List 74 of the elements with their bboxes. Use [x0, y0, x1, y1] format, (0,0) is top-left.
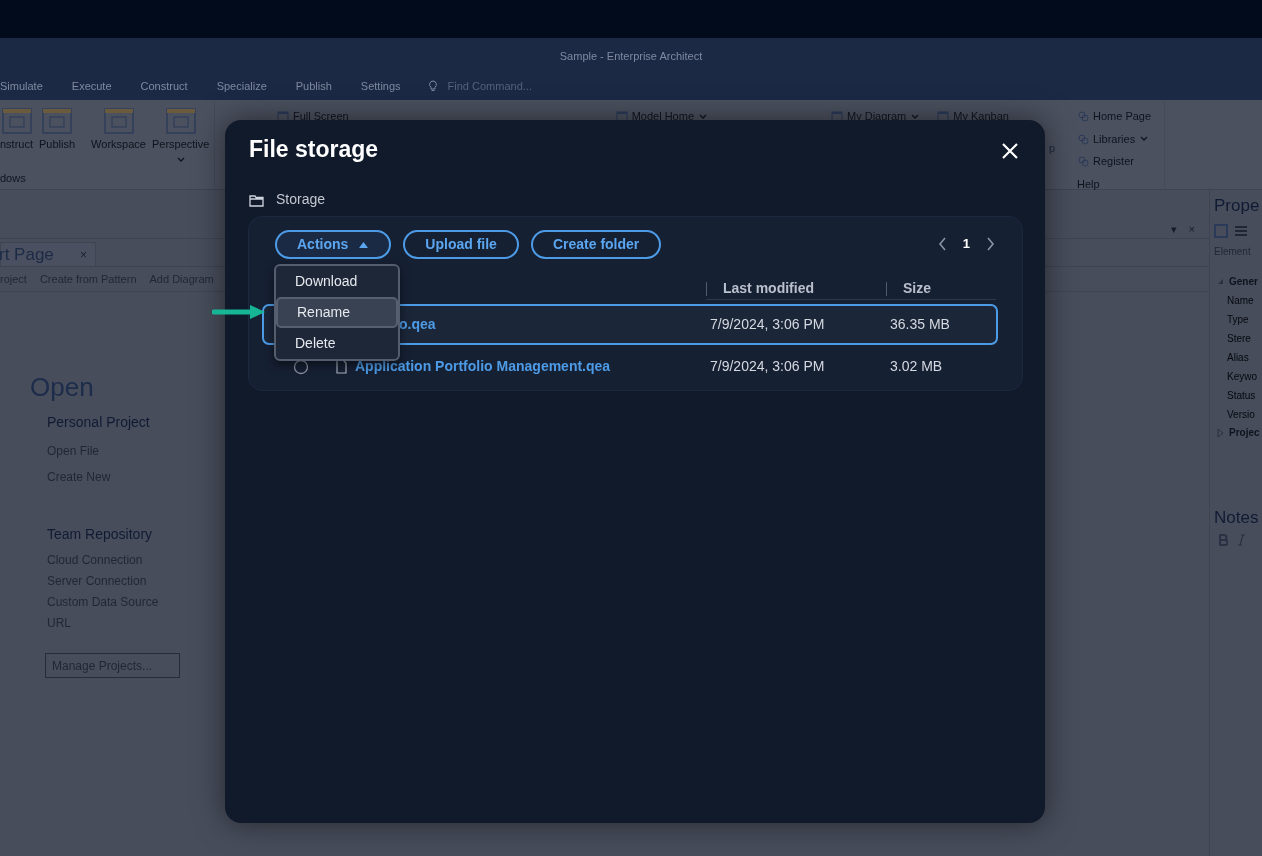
file-name-link[interactable]: o.qea — [399, 314, 436, 335]
link-icon — [1077, 155, 1089, 168]
menu-item[interactable]: Construct — [140, 77, 188, 95]
menu-icon[interactable] — [1234, 223, 1248, 238]
file-name-link[interactable]: Application Portfolio Management.qea — [355, 356, 611, 377]
menu-item[interactable]: Specialize — [216, 77, 267, 95]
property-group: Gener — [1229, 274, 1258, 289]
property-name: Type — [1226, 312, 1250, 327]
window-icon — [831, 110, 843, 122]
menu-item[interactable]: Settings — [360, 77, 401, 95]
arrow-annotation — [212, 305, 265, 319]
caret-up-icon — [358, 239, 370, 250]
close-icon[interactable] — [1001, 142, 1019, 160]
window-title: Sample - Enterprise Architect — [559, 48, 703, 64]
section-title: Team Repository — [47, 525, 154, 544]
group-label: dows — [0, 171, 27, 186]
table-cell-text: 3.02 MB — [890, 357, 943, 376]
toolbar-window-icon — [165, 108, 196, 134]
action-button[interactable]: Create folder — [530, 230, 662, 259]
property-name: Versio — [1226, 407, 1256, 422]
ribbon-button[interactable]: Home Page — [1077, 108, 1164, 125]
panel-title: Notes — [1214, 506, 1260, 529]
property-name: Alias — [1226, 350, 1250, 365]
save-icon[interactable] — [1214, 223, 1228, 238]
toolbar-window-icon — [42, 108, 73, 134]
menu-item[interactable]: Simulate — [0, 77, 43, 95]
window-icon — [937, 110, 950, 122]
property-name: Stere — [1226, 331, 1252, 346]
property-name: Name — [1226, 293, 1255, 308]
ribbon-button[interactable]: Publish — [39, 108, 76, 170]
action-button[interactable]: Upload file — [403, 230, 519, 259]
menu-item[interactable]: Publish — [295, 77, 332, 95]
menu-item[interactable]: Execute — [71, 77, 112, 95]
close-tab-button[interactable]: × — [80, 245, 87, 264]
breadcrumb-link[interactable]: Storage — [276, 189, 326, 210]
ribbon-button[interactable]: nstruct — [0, 108, 33, 170]
menu-item[interactable]: Download — [276, 266, 398, 297]
actions-menu-button[interactable]: Actions — [275, 230, 392, 259]
folder-icon — [249, 192, 264, 207]
column-header: Size — [903, 279, 931, 298]
link-icon — [1077, 132, 1089, 145]
expanded-arrow-icon[interactable] — [1216, 277, 1224, 286]
lightbulb-icon — [427, 80, 438, 92]
table-cell-text: 36.35 MB — [890, 315, 950, 334]
find-command-field[interactable]: Find Command... — [447, 77, 532, 95]
pane-control[interactable]: × — [1188, 221, 1195, 238]
pane-control[interactable]: ▾ — [1170, 221, 1177, 238]
group-label: Help — [1077, 176, 1101, 192]
next-page-icon[interactable] — [986, 236, 995, 251]
ribbon-button[interactable]: Libraries — [1077, 130, 1164, 147]
page-number[interactable]: 1 — [962, 234, 970, 254]
collapsed-arrow-icon[interactable] — [1216, 428, 1224, 437]
toolbar-window-icon — [1, 108, 32, 134]
ribbon-button[interactable]: Workspace — [91, 108, 146, 170]
window-icon — [277, 110, 289, 122]
table-cell-text: 7/9/2024, 3:06 PM — [710, 315, 826, 334]
window-icon — [615, 110, 628, 122]
menu-item[interactable]: Rename — [276, 297, 398, 328]
radio-button[interactable] — [293, 358, 309, 375]
dialog-title: File storage — [249, 135, 379, 164]
previous-page-icon[interactable] — [937, 236, 947, 251]
panel-title: Prope — [1214, 195, 1261, 217]
column-header: Last modified — [723, 279, 815, 298]
file-icon — [336, 359, 347, 374]
italic-icon[interactable] — [1236, 534, 1246, 546]
toolbar-window-icon — [103, 108, 134, 134]
link-icon — [1077, 110, 1089, 123]
ribbon-button[interactable]: Register — [1077, 153, 1164, 170]
bold-icon[interactable] — [1218, 534, 1228, 546]
property-name: Keywo — [1226, 369, 1258, 384]
ribbon-button[interactable]: Perspective — [151, 108, 210, 170]
property-group: Projec — [1229, 425, 1260, 440]
table-cell-text: 7/9/2024, 3:06 PM — [710, 357, 826, 376]
property-name: Status — [1226, 388, 1257, 403]
